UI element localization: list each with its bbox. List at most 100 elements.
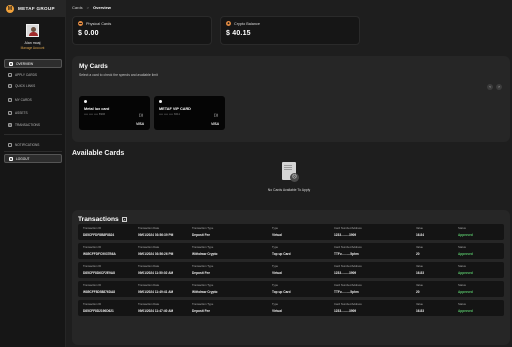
status-value: Approved xyxy=(458,270,473,275)
sidebar-item-my-cards[interactable]: ▭ MY CARDS xyxy=(4,95,62,104)
transactions-panel: Transactions ↗ Transaction ID D85CFFDF8B8… xyxy=(72,210,510,345)
type-cell: Type Virtual xyxy=(272,226,282,236)
card-chip-icon xyxy=(84,100,88,104)
breadcrumb-root[interactable]: Cards xyxy=(72,5,83,10)
stat-card-physical: ▬ Physical Cards $ 0.00 xyxy=(72,16,212,45)
transaction-id-header: Transaction ID xyxy=(83,245,102,250)
visa-logo: VISA xyxy=(211,122,219,126)
status-cell: Status Approved xyxy=(458,283,473,293)
table-row[interactable]: Transaction ID W85CFF8D58876DA8 Transactio… xyxy=(78,281,504,297)
apply-cards-icon: + xyxy=(8,72,12,77)
value-cell: Value 20 xyxy=(416,283,423,293)
carousel-prev-button[interactable]: ‹ xyxy=(487,84,493,90)
transaction-date-value: 09/01/2024 11:49:41 AM xyxy=(138,289,174,294)
credit-card-icon: ▬ xyxy=(78,21,83,26)
card-metaf-vip[interactable]: METAF VIP CARD •••• •••• •••• 3011 ))) V… xyxy=(154,96,225,130)
transaction-type-cell: Transaction Type Withdraw Crypto xyxy=(192,283,217,293)
transactions-icon: ⇄ xyxy=(8,122,12,127)
status-header: Status xyxy=(458,283,466,288)
transaction-id-header: Transaction ID xyxy=(83,302,102,307)
table-row[interactable]: Transaction ID D85CFFDF8B8F8824 Transactio… xyxy=(78,224,504,240)
value-value: 16.83 xyxy=(416,270,424,275)
transaction-id-value: D85CFF8D2196D621 xyxy=(83,308,114,313)
transaction-type-value: Withdraw Crypto xyxy=(192,289,218,294)
transaction-date-cell: Transaction Date 09/01/2024 03:56:39 PM xyxy=(138,226,173,236)
value-value: 20 xyxy=(416,289,420,294)
transaction-id-value: D85CFF8D6CF2E9A8 xyxy=(83,270,115,275)
table-row[interactable]: Transaction ID D85CFF8D6CF2E9A8 Transactio… xyxy=(78,262,504,278)
logo-bar: M METAF GROUP xyxy=(0,0,65,17)
card-name: Metal lux card xyxy=(84,107,110,112)
type-value: Top up Card xyxy=(272,251,291,256)
status-value: Approved xyxy=(458,289,473,294)
table-row[interactable]: Transaction ID D85CFF8D2196D621 Transactio… xyxy=(78,300,504,316)
card-name: METAF VIP CARD xyxy=(159,107,191,112)
sidebar-item-label: ASSETS xyxy=(15,110,28,115)
status-cell: Status Approved xyxy=(458,245,473,255)
contactless-icon: ))) xyxy=(139,112,143,117)
sidebar-item-quick-links[interactable]: ≡ QUICK LINKS xyxy=(4,81,62,90)
status-cell: Status Approved xyxy=(458,264,473,274)
sidebar: M METAF GROUP Alan moaj Manage Account O… xyxy=(0,0,66,347)
transaction-date-value: 09/01/2024 11:47:40 AM xyxy=(138,308,174,313)
type-value: Virtual xyxy=(272,308,282,313)
table-row[interactable]: Transaction ID W85CFFDFC9037B6A Transactio… xyxy=(78,243,504,259)
transaction-type-header: Transaction Type xyxy=(192,245,214,250)
card-number-header: Card Number/Address xyxy=(334,245,362,250)
sidebar-item-assets[interactable]: ◇ ASSETS xyxy=(4,108,62,117)
sidebar-item-notifications[interactable]: ! NOTIFICATIONS xyxy=(4,140,62,149)
transaction-id-header: Transaction ID xyxy=(83,283,102,288)
type-header: Type xyxy=(272,283,279,288)
avatar[interactable] xyxy=(26,24,39,37)
value-value: 20 xyxy=(416,251,420,256)
type-header: Type xyxy=(272,245,279,250)
card-number-value: TTFv..........5phm xyxy=(334,251,359,256)
logout-icon: ⏻ xyxy=(9,156,13,161)
carousel-next-button[interactable]: › xyxy=(496,84,502,90)
value-header: Value xyxy=(416,226,423,231)
value-value: 16.84 xyxy=(416,232,424,237)
profile: Alan moaj Manage Account xyxy=(0,17,65,63)
assets-icon: ◇ xyxy=(8,110,12,115)
card-number-cell: Card Number/Address 1233.........3909 xyxy=(334,264,362,274)
card-number-value: TTFv..........5phm xyxy=(334,289,359,294)
transaction-date-value: 09/01/2024 11:50:02 AM xyxy=(138,270,174,275)
sidebar-item-apply-cards[interactable]: + APPLY CARDS xyxy=(4,70,62,79)
transaction-type-header: Transaction Type xyxy=(192,283,214,288)
value-cell: Value 16.83 xyxy=(416,264,424,274)
logout-button[interactable]: ⏻ LOGOUT xyxy=(4,154,62,163)
external-link-icon[interactable]: ↗ xyxy=(121,217,127,222)
status-header: Status xyxy=(458,226,466,231)
type-header: Type xyxy=(272,264,279,269)
transaction-date-cell: Transaction Date 09/01/2024 11:50:02 AM xyxy=(138,264,173,274)
transactions-title: Transactions xyxy=(78,216,119,223)
status-header: Status xyxy=(458,302,466,307)
value-cell: Value 16.83 xyxy=(416,302,424,312)
transaction-date-header: Transaction Date xyxy=(138,302,160,307)
sidebar-item-overview[interactable]: O OVERVIEW xyxy=(4,59,62,68)
transaction-id-cell: Transaction ID D85CFF8D6CF2E9A8 xyxy=(83,264,115,274)
transaction-id-header: Transaction ID xyxy=(83,226,102,231)
type-value: Virtual xyxy=(272,232,282,237)
status-value: Approved xyxy=(458,232,473,237)
status-header: Status xyxy=(458,264,466,269)
transaction-type-cell: Transaction Type Deposit Fee xyxy=(192,264,213,274)
contactless-icon: ))) xyxy=(214,112,218,117)
card-icon: ▭ xyxy=(8,97,12,102)
transaction-type-value: Withdraw Crypto xyxy=(192,251,218,256)
type-cell: Type Top up Card xyxy=(272,245,291,255)
card-metal-lux[interactable]: Metal lux card •••• •••• •••• 8906 ))) V… xyxy=(79,96,150,130)
manage-account-link[interactable]: Manage Account xyxy=(0,46,65,50)
transaction-date-header: Transaction Date xyxy=(138,264,160,269)
transaction-type-header: Transaction Type xyxy=(192,302,214,307)
bell-icon: ! xyxy=(8,142,12,147)
transaction-date-value: 09/01/2024 03:56:39 PM xyxy=(138,232,174,237)
card-number-cell: Card Number/Address 1233.........3909 xyxy=(334,226,362,236)
sidebar-item-transactions[interactable]: ⇄ TRANSACTIONS xyxy=(4,120,62,129)
card-number-header: Card Number/Address xyxy=(334,264,362,269)
available-cards-title: Available Cards xyxy=(72,150,125,157)
status-value: Approved xyxy=(458,251,473,256)
transaction-type-cell: Transaction Type Deposit Fee xyxy=(192,302,213,312)
stat-label: Physical Cards xyxy=(86,21,112,26)
card-number: •••• •••• •••• 3011 xyxy=(159,112,180,116)
